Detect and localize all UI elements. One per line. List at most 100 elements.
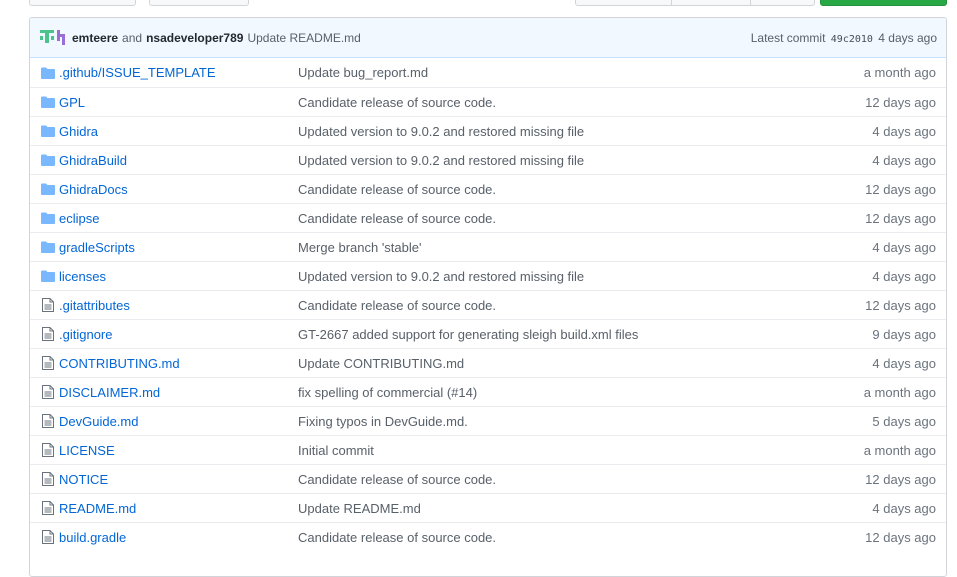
commit-message-link[interactable]: Update CONTRIBUTING.md <box>298 356 776 371</box>
commit-message-link[interactable]: Updated version to 9.0.2 and restored mi… <box>298 153 776 168</box>
commit-message-link[interactable]: Merge branch 'stable' <box>298 240 776 255</box>
file-row: gradleScripts Merge branch 'stable' 4 days… <box>30 232 946 261</box>
file-name-link[interactable]: CONTRIBUTING.md <box>59 356 298 371</box>
file-row: CONTRIBUTING.md Update CONTRIBUTING.md 4 d… <box>30 348 946 377</box>
commit-age: 12 days ago <box>865 297 936 313</box>
create-file-button[interactable] <box>29 0 136 6</box>
avatar-identicon-icon <box>40 29 65 45</box>
folder-icon <box>39 96 57 108</box>
latest-commit-info: Latest commit 49c2010 4 days ago <box>751 31 937 45</box>
file-name-link[interactable]: .gitattributes <box>59 298 298 313</box>
file-row: LICENSE Initial commit a month ago <box>30 435 946 464</box>
folder-icon <box>39 241 57 253</box>
file-name-link[interactable]: DevGuide.md <box>59 414 298 429</box>
latest-commit-bar: emteere and nsadeveloper789 Update READM… <box>30 18 946 58</box>
file-name-link[interactable]: GhidraDocs <box>59 182 298 197</box>
commit-sha-link[interactable]: 49c2010 <box>831 34 873 45</box>
file-row: Ghidra Updated version to 9.0.2 and resto… <box>30 116 946 145</box>
commit-message-link[interactable]: Initial commit <box>298 443 776 458</box>
button-divider <box>750 0 751 6</box>
commit-message-link[interactable]: Fixing typos in DevGuide.md. <box>298 414 776 429</box>
file-row: .github/ISSUE_TEMPLATE Update bug_report.… <box>30 58 946 87</box>
latest-commit-label: Latest commit <box>750 30 826 45</box>
commit-age: 4 days ago <box>872 152 936 168</box>
file-row: GhidraDocs Candidate release of source co… <box>30 174 946 203</box>
commit-message-link[interactable]: Updated version to 9.0.2 and restored mi… <box>298 124 776 139</box>
file-icon <box>39 501 57 515</box>
file-browser: emteere and nsadeveloper789 Update READM… <box>29 17 947 577</box>
file-name-link[interactable]: GPL <box>59 95 298 110</box>
commit-age: a month ago <box>863 384 936 400</box>
file-name-link[interactable]: LICENSE <box>59 443 298 458</box>
commit-age: 4 days ago <box>872 239 936 255</box>
commit-age: a month ago <box>863 442 936 458</box>
commit-message-link[interactable]: Candidate release of source code. <box>298 182 776 197</box>
file-row: licenses Updated version to 9.0.2 and res… <box>30 261 946 290</box>
file-name-link[interactable]: README.md <box>59 501 298 516</box>
button-divider <box>671 0 672 6</box>
file-row: README.md Update README.md 4 days ago <box>30 493 946 522</box>
file-icon <box>39 356 57 370</box>
file-name-link[interactable]: licenses <box>59 269 298 284</box>
commit-message-link[interactable]: Candidate release of source code. <box>298 211 776 226</box>
commit-age: 4 days ago <box>872 123 936 139</box>
file-icon <box>39 472 57 486</box>
commit-message-link[interactable]: Update bug_report.md <box>298 65 776 80</box>
file-icon <box>39 414 57 428</box>
commit-message-link[interactable]: Candidate release of source code. <box>298 95 776 110</box>
file-name-link[interactable]: Ghidra <box>59 124 298 139</box>
commit-committer-link[interactable]: nsadeveloper789 <box>146 31 243 45</box>
commit-message-link[interactable]: fix spelling of commercial (#14) <box>298 385 776 400</box>
file-row: .gitattributes Candidate release of sourc… <box>30 290 946 319</box>
file-icon <box>39 443 57 457</box>
commit-age: 4 days ago <box>872 355 936 371</box>
file-name-link[interactable]: build.gradle <box>59 530 298 545</box>
commit-author-link[interactable]: emteere <box>72 31 118 45</box>
file-row: GhidraBuild Updated version to 9.0.2 and … <box>30 145 946 174</box>
repo-actions-button-group[interactable] <box>575 0 815 6</box>
folder-icon <box>39 270 57 282</box>
commit-age: 9 days ago <box>872 326 936 342</box>
file-icon <box>39 530 57 544</box>
commit-age: 5 days ago <box>872 413 936 429</box>
file-name-link[interactable]: gradleScripts <box>59 240 298 255</box>
commit-age: a month ago <box>863 65 936 80</box>
folder-icon <box>39 125 57 137</box>
folder-icon <box>39 154 57 166</box>
avatar[interactable] <box>40 28 66 48</box>
file-row: DevGuide.md Fixing typos in DevGuide.md. 5… <box>30 406 946 435</box>
commit-message-link[interactable]: Update README.md <box>247 31 360 45</box>
commit-age: 4 days ago <box>878 30 937 45</box>
file-row: DISCLAIMER.md fix spelling of commercial … <box>30 377 946 406</box>
commit-age: 12 days ago <box>865 94 936 110</box>
file-name-link[interactable]: GhidraBuild <box>59 153 298 168</box>
upload-files-button[interactable] <box>149 0 249 6</box>
file-row: .gitignore GT-2667 added support for gene… <box>30 319 946 348</box>
commit-age: 12 days ago <box>865 529 936 545</box>
clone-download-button[interactable] <box>820 0 947 6</box>
file-name-link[interactable]: NOTICE <box>59 472 298 487</box>
commit-age: 12 days ago <box>865 210 936 226</box>
file-row: eclipse Candidate release of source code.… <box>30 203 946 232</box>
commit-message-link[interactable]: Updated version to 9.0.2 and restored mi… <box>298 269 776 284</box>
folder-icon <box>39 212 57 224</box>
file-name-link[interactable]: .gitignore <box>59 327 298 342</box>
folder-icon <box>39 67 57 79</box>
commit-message-link[interactable]: GT-2667 added support for generating sle… <box>298 327 776 342</box>
file-row: build.gradle Candidate release of source … <box>30 522 946 551</box>
author-separator: and <box>122 30 143 45</box>
commit-message-link[interactable]: Candidate release of source code. <box>298 298 776 313</box>
commit-message-link[interactable]: Update README.md <box>298 501 776 516</box>
commit-message-link[interactable]: Candidate release of source code. <box>298 530 776 545</box>
file-icon <box>39 327 57 341</box>
commit-age: 12 days ago <box>865 181 936 197</box>
commit-message-link[interactable]: Candidate release of source code. <box>298 472 776 487</box>
file-name-link[interactable]: DISCLAIMER.md <box>59 385 298 400</box>
file-name-link[interactable]: eclipse <box>59 211 298 226</box>
file-name-link[interactable]: .github/ISSUE_TEMPLATE <box>59 65 298 80</box>
file-list: .github/ISSUE_TEMPLATE Update bug_report.… <box>30 58 946 551</box>
commit-age: 4 days ago <box>872 268 936 284</box>
file-row: NOTICE Candidate release of source code. 1… <box>30 464 946 493</box>
file-icon <box>39 385 57 399</box>
commit-age: 4 days ago <box>872 500 936 516</box>
